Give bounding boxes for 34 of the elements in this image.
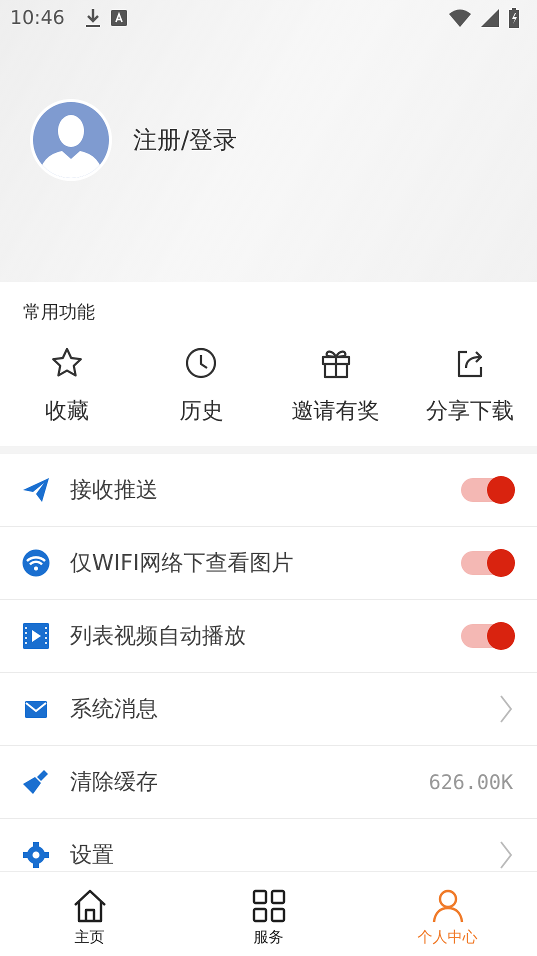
section-title: 常用功能 [22, 301, 96, 324]
signal-icon [481, 9, 499, 27]
setting-label: 系统消息 [70, 696, 158, 724]
download-icon [84, 8, 101, 28]
home-tab[interactable]: 主页 [0, 872, 179, 956]
grid-icon [250, 888, 286, 924]
cache-size: 626.00K [428, 770, 513, 794]
toggle-switch[interactable] [461, 478, 513, 502]
avatar-icon[interactable] [30, 99, 112, 181]
home-icon [72, 888, 108, 924]
keyboard-icon [110, 10, 127, 26]
chevron-icon [499, 694, 513, 724]
grid-tab[interactable]: 服务 [179, 872, 358, 956]
toggle-switch[interactable] [461, 551, 513, 575]
gift-shortcut[interactable]: 邀请有奖 [268, 346, 403, 426]
share-shortcut[interactable]: 分享下载 [402, 346, 537, 426]
status-time: 10:46 [10, 7, 65, 29]
wifi-icon [449, 9, 471, 27]
star-shortcut[interactable]: 收藏 [0, 346, 134, 426]
plane-icon [22, 476, 50, 504]
setting-label: 清除缓存 [70, 769, 158, 797]
toggle-switch[interactable] [461, 624, 513, 648]
clock-shortcut[interactable]: 历史 [134, 346, 268, 426]
setting-label: 仅WIFI网络下查看图片 [70, 550, 294, 578]
chevron-icon [499, 840, 513, 870]
broom-icon [22, 768, 50, 796]
clock-icon [184, 346, 218, 380]
setting-label: 设置 [70, 842, 114, 870]
battery-icon [509, 8, 519, 28]
login-link[interactable]: 注册/登录 [133, 124, 238, 156]
setting-label: 列表视频自动播放 [70, 623, 246, 651]
setting-label: 接收推送 [70, 477, 158, 505]
wifi-icon [22, 549, 50, 577]
video-icon [22, 622, 50, 650]
